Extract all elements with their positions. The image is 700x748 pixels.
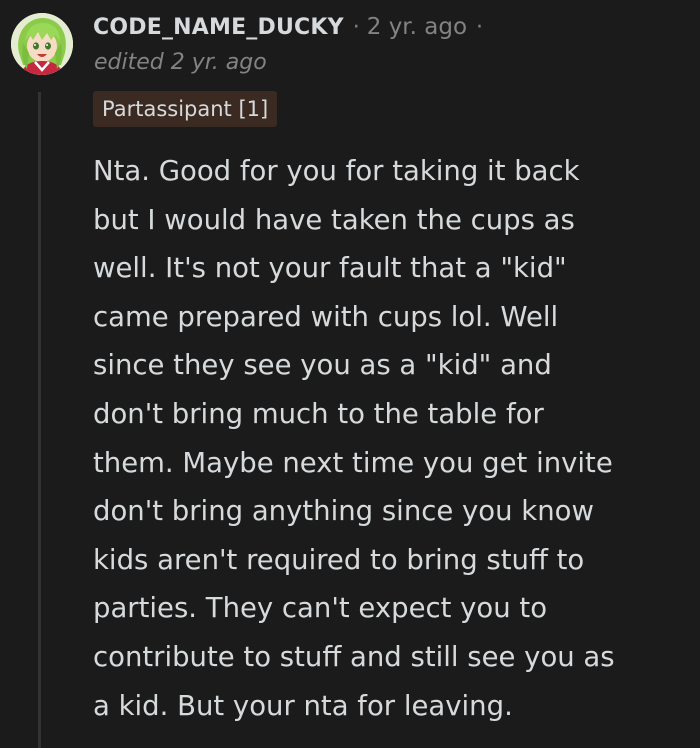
comment-body-line: came prepared with cups lol. Well xyxy=(93,300,559,333)
user-flair: Partassipant [1] xyxy=(93,91,278,127)
username-link[interactable]: CODE_NAME_DUCKY xyxy=(93,15,344,40)
avatar[interactable] xyxy=(11,13,73,75)
edited-label: edited 2 yr. ago xyxy=(94,50,267,75)
comment-body-line: them. Maybe next time you get invite xyxy=(93,446,613,479)
comment-meta: CODE_NAME_DUCKY · 2 yr. ago · xyxy=(93,10,483,44)
comment-body-line: don't bring much to the table for xyxy=(93,397,544,430)
comment-body-line: but I would have taken the cups as xyxy=(93,203,575,236)
thread-line[interactable] xyxy=(38,92,41,748)
separator-dot: · xyxy=(476,14,484,40)
comment-body-line: a kid. But your nta for leaving. xyxy=(93,689,513,722)
comment-body-line: well. It's not your fault that a "kid" xyxy=(93,252,567,285)
comment-body-line: parties. They can't expect you to xyxy=(93,592,548,625)
comment-body-line: don't bring anything since you know xyxy=(93,495,594,528)
anime-character-avatar-icon xyxy=(11,13,73,75)
timestamp-link[interactable]: 2 yr. ago xyxy=(367,14,467,40)
comment-body-line: kids aren't required to bring stuff to xyxy=(93,543,585,576)
comment-body-line: contribute to stuff and still see you as xyxy=(93,640,615,673)
comment-body-line: since they see you as a "kid" and xyxy=(93,349,552,382)
comment-body: Nta. Good for you for taking it back but… xyxy=(93,147,673,730)
separator-dot: · xyxy=(352,14,360,40)
comment-body-line: Nta. Good for you for taking it back xyxy=(93,155,580,187)
